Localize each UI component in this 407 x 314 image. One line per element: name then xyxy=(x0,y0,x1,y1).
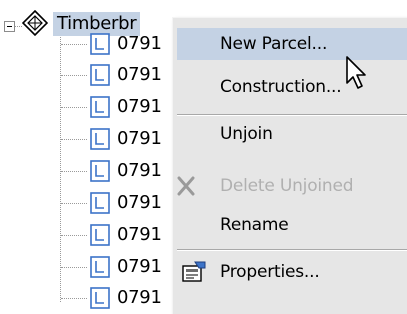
tree-connector-line xyxy=(61,139,87,140)
tree-connector-line xyxy=(61,267,87,268)
tree-connector-line xyxy=(61,107,87,108)
menu-item-label: Delete Unjoined xyxy=(220,176,354,196)
tree-child-label: 0791 xyxy=(117,96,162,117)
menu-item-label: Properties... xyxy=(220,262,320,282)
mouse-pointer-icon xyxy=(346,56,366,89)
tree-child-item[interactable]: 0791 xyxy=(90,30,180,58)
tree-child-item[interactable]: 0791 xyxy=(90,157,180,185)
menu-item-new-parcel[interactable]: New Parcel... xyxy=(177,28,407,60)
tree-child-label: 0791 xyxy=(117,64,162,85)
tree-child-label: 0791 xyxy=(117,192,162,213)
tree-child-label: 0791 xyxy=(117,287,162,308)
menu-item-label: Construction... xyxy=(220,77,342,97)
menu-item-construction[interactable]: Construction... xyxy=(177,71,407,103)
tree-connector-line xyxy=(61,235,87,236)
menu-item-label: New Parcel... xyxy=(220,34,328,54)
tree-child-label: 0791 xyxy=(117,256,162,277)
parcel-icon xyxy=(90,128,110,150)
delete-x-icon xyxy=(177,176,195,196)
parcel-icon xyxy=(90,64,110,86)
tree-child-item[interactable]: 0791 xyxy=(90,93,180,121)
tree-connector-line xyxy=(61,171,87,172)
tree-child-label: 0791 xyxy=(117,224,162,245)
menu-item-unjoin[interactable]: Unjoin xyxy=(177,118,407,150)
tree-child-item[interactable]: 0791 xyxy=(90,284,180,312)
tree-child-item[interactable]: 0791 xyxy=(90,125,180,153)
context-menu: New Parcel... Construction... Unjoin Del… xyxy=(172,17,407,314)
properties-icon xyxy=(182,261,206,282)
tree-child-item[interactable]: 0791 xyxy=(90,189,180,217)
tree-child-item[interactable]: 0791 xyxy=(90,221,180,249)
parcel-icon xyxy=(90,33,110,55)
parcel-icon xyxy=(90,287,110,309)
parcel-icon xyxy=(90,96,110,118)
parcel-icon xyxy=(90,192,110,214)
menu-item-label: Unjoin xyxy=(220,124,273,144)
menu-separator xyxy=(177,249,407,251)
tree-connector-line xyxy=(61,44,87,45)
menu-item-properties[interactable]: Properties... xyxy=(177,256,407,288)
tree-child-label: 0791 xyxy=(117,128,162,149)
tree-child-item[interactable]: 0791 xyxy=(90,61,180,89)
menu-item-rename[interactable]: Rename xyxy=(177,209,407,241)
parcel-icon xyxy=(90,256,110,278)
tree-connector-line xyxy=(61,298,87,299)
tree-connector-line xyxy=(61,203,87,204)
menu-item-delete-unjoined[interactable]: Delete Unjoined xyxy=(177,170,407,202)
menu-item-label: Rename xyxy=(220,215,289,235)
tree-connector-line xyxy=(61,75,87,76)
diamond-sites-icon xyxy=(22,10,48,36)
menu-separator xyxy=(177,114,407,116)
parcel-icon xyxy=(90,224,110,246)
parcel-icon xyxy=(90,160,110,182)
tree-child-item[interactable]: 0791 xyxy=(90,253,180,281)
tree-child-label: 0791 xyxy=(117,160,162,181)
tree-child-label: 0791 xyxy=(117,33,162,54)
collapse-toggle-icon[interactable] xyxy=(4,21,15,32)
